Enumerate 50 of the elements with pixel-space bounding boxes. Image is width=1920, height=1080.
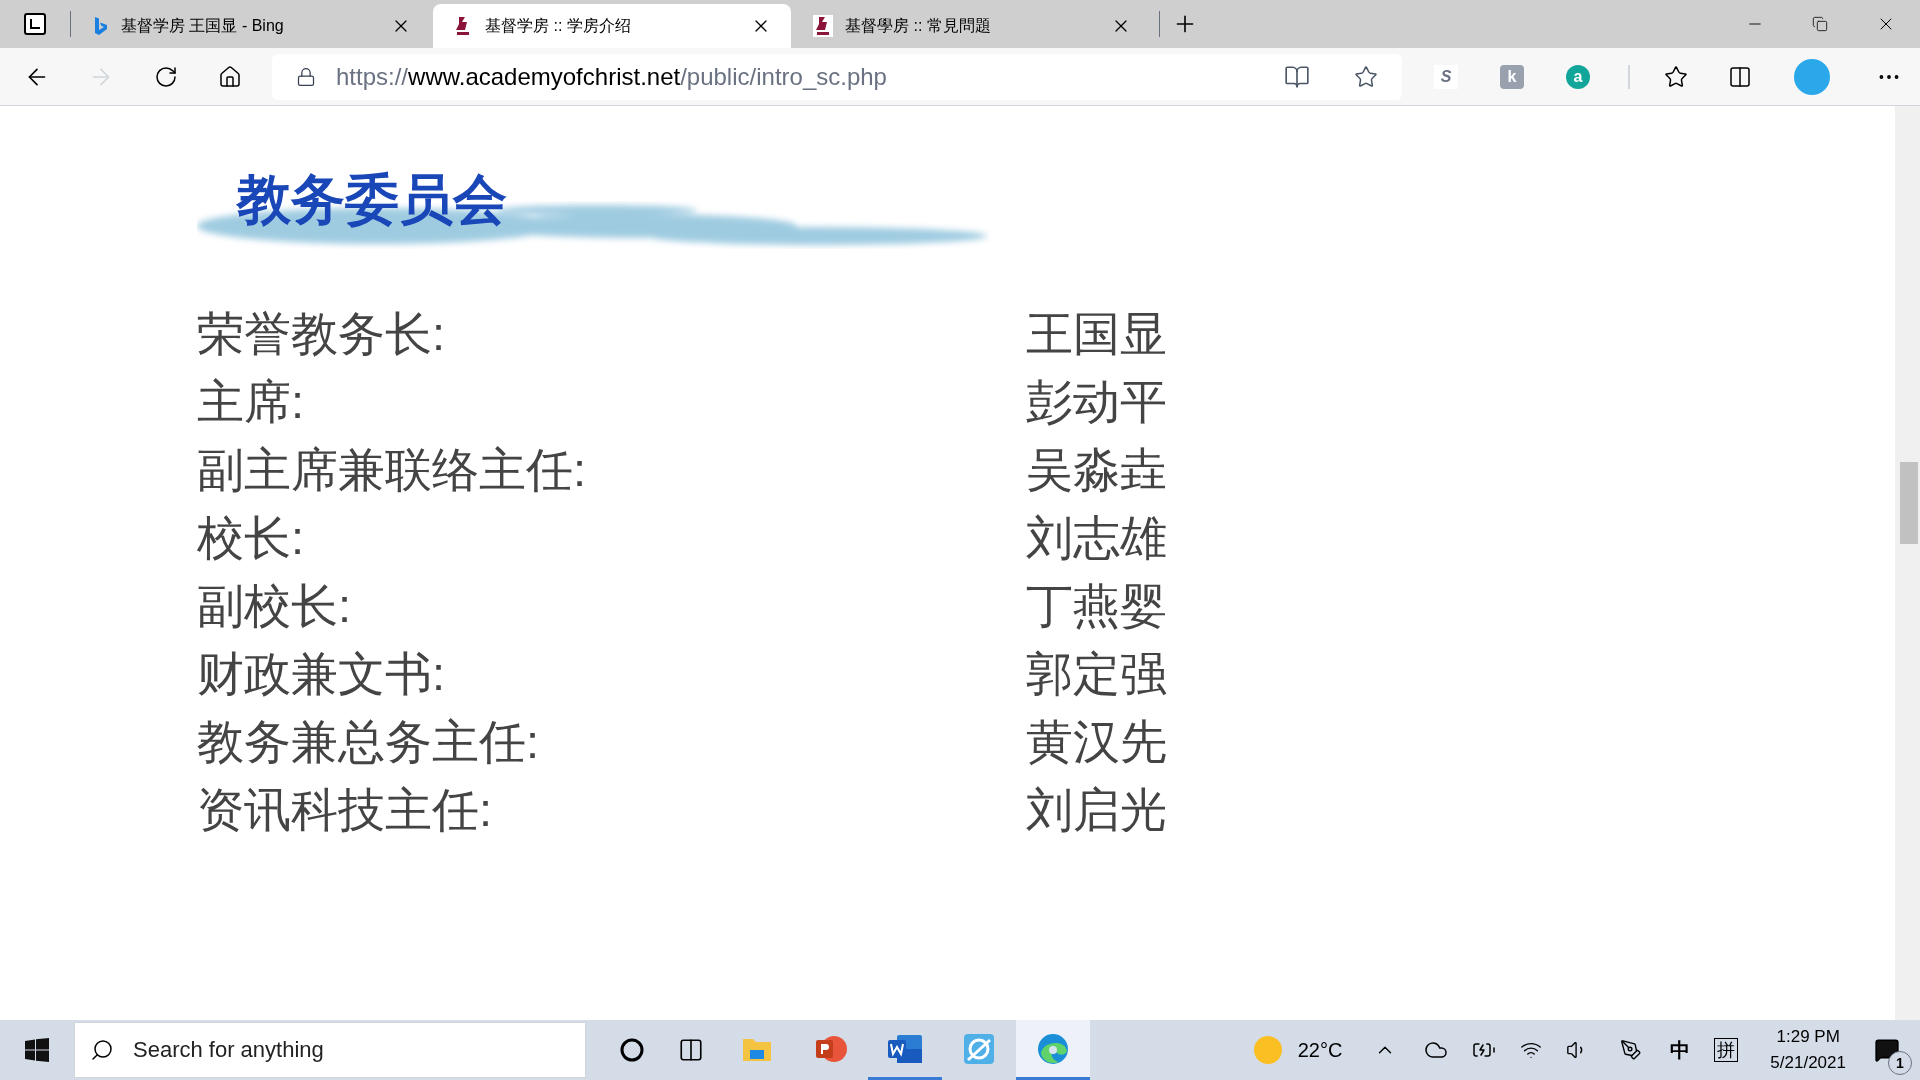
tab-title: 基督学房 王国显 - Bing — [121, 16, 285, 36]
extension-button[interactable]: S — [1434, 64, 1458, 89]
member-name: 彭动平 — [1026, 373, 1167, 430]
browser-tab[interactable]: 基督学房 :: 学房介绍 — [433, 4, 791, 48]
member-name: 王国显 — [1026, 305, 1167, 362]
tab-title: 基督學房 :: 常見問題 — [845, 16, 992, 36]
tab-actions-button[interactable] — [24, 13, 46, 35]
role-label: 副主席兼联络主任: — [197, 441, 588, 498]
url-text: https://www.academyofchrist.net/public/intro_sc.php — [336, 61, 888, 92]
role-label: 校长: — [197, 509, 306, 566]
address-bar[interactable]: https://www.academyofchrist.net/public/intro_sc.php — [272, 53, 1402, 100]
lock-icon — [296, 66, 316, 87]
member-name: 刘启光 — [1026, 781, 1167, 838]
section-heading: 教务委员会 — [237, 172, 507, 226]
member-name: 丁燕婴 — [1026, 577, 1167, 634]
clock-date[interactable]: 5/21/2021 — [1770, 1050, 1846, 1076]
input-mode-indicator[interactable]: 中 — [1670, 1035, 1691, 1065]
browser-tab[interactable]: 基督學房 :: 常見問題 — [793, 4, 1151, 48]
notification-count: 1 — [1888, 1051, 1912, 1075]
add-favorite-icon[interactable] — [1354, 64, 1378, 89]
document-app-icon — [887, 1033, 923, 1064]
role-label: 教务兼总务主任: — [197, 713, 541, 770]
tab-title: 基督学房 :: 学房介绍 — [485, 16, 632, 36]
app-icon — [963, 1032, 995, 1065]
restore-icon[interactable] — [1812, 16, 1828, 32]
member-name: 郭定强 — [1026, 645, 1167, 702]
search-icon — [90, 1038, 114, 1062]
weather-text[interactable]: 22°C — [1297, 1035, 1343, 1065]
member-name: 黄汉先 — [1026, 713, 1167, 770]
bing-logo-icon — [93, 16, 109, 36]
role-label: 荣誉教务长: — [197, 305, 447, 362]
favorites-icon[interactable] — [1664, 64, 1688, 89]
browser-icon — [1037, 1032, 1069, 1065]
member-name: 吴淼垚 — [1026, 441, 1167, 498]
role-label: 副校长: — [197, 577, 353, 634]
presentation-app-icon — [814, 1033, 848, 1064]
pen-icon[interactable] — [1620, 1039, 1643, 1061]
clock-time[interactable]: 1:29 PM — [1776, 1024, 1840, 1050]
role-label: 主席: — [197, 373, 306, 430]
member-name: 刘志雄 — [1026, 509, 1167, 566]
role-label: 财政兼文书: — [197, 645, 447, 702]
taskbar-app-button[interactable] — [1016, 1020, 1090, 1080]
home-icon[interactable] — [218, 64, 242, 89]
start-icon[interactable] — [25, 1038, 49, 1062]
site-logo-icon — [813, 15, 833, 37]
taskbar-search-field[interactable]: Search for anything — [74, 1022, 586, 1078]
ime-indicator[interactable]: 拼 — [1714, 1037, 1739, 1063]
refresh-icon[interactable] — [154, 64, 178, 89]
browser-tab[interactable]: 基督学房 王国显 - Bing — [73, 4, 431, 48]
role-label: 资讯科技主任: — [197, 781, 494, 838]
